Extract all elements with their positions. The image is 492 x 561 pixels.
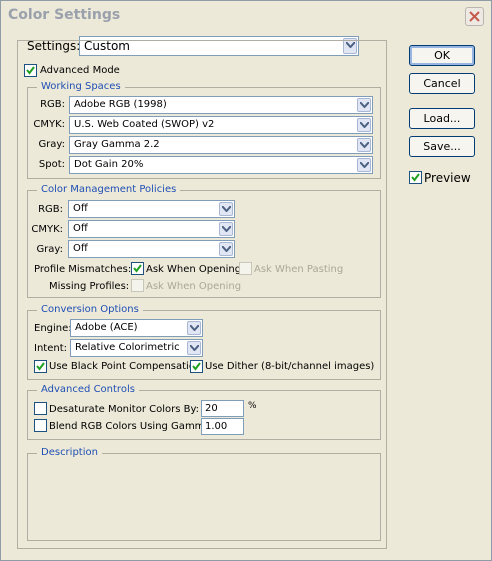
pol-rgb-select[interactable]: Off bbox=[68, 200, 235, 218]
checkmark-icon bbox=[133, 264, 142, 273]
preview-label: Preview bbox=[424, 171, 471, 185]
dither-label: Use Dither (8-bit/channel images) bbox=[205, 361, 375, 372]
description-title: Description bbox=[37, 447, 102, 458]
title-bar[interactable]: Color Settings bbox=[1, 1, 491, 32]
intent-label: Intent: bbox=[34, 343, 67, 354]
engine-label: Engine: bbox=[34, 323, 72, 334]
chevron-down-icon bbox=[357, 158, 371, 172]
close-button[interactable] bbox=[465, 7, 484, 26]
save-button[interactable]: Save... bbox=[409, 136, 475, 157]
chevron-down-icon bbox=[357, 118, 371, 132]
description-group bbox=[27, 453, 381, 541]
ws-cmyk-label: CMYK: bbox=[33, 119, 65, 130]
chevron-down-icon bbox=[357, 98, 371, 112]
advanced-controls-title: Advanced Controls bbox=[37, 384, 139, 395]
missing-ask-when-opening-label: Ask When Opening bbox=[146, 281, 242, 292]
missing-ask-when-opening-checkbox[interactable] bbox=[131, 279, 144, 292]
ws-gray-value: Gray Gamma 2.2 bbox=[74, 139, 160, 150]
ok-button[interactable]: OK bbox=[409, 45, 475, 66]
pol-cmyk-select[interactable]: Off bbox=[68, 220, 235, 238]
desaturate-checkbox[interactable] bbox=[34, 402, 47, 415]
black-point-label: Use Black Point Compensation bbox=[49, 361, 202, 372]
desaturate-label: Desaturate Monitor Colors By: bbox=[49, 404, 200, 415]
ask-when-opening-checkbox[interactable] bbox=[131, 262, 144, 275]
pol-rgb-label: RGB: bbox=[38, 204, 63, 215]
ws-rgb-label: RGB: bbox=[40, 99, 65, 110]
intent-value: Relative Colorimetric bbox=[75, 342, 180, 353]
ws-spot-label: Spot: bbox=[38, 159, 65, 170]
ws-gray-select[interactable]: Gray Gamma 2.2 bbox=[69, 136, 373, 154]
pol-gray-value: Off bbox=[73, 243, 88, 254]
checkmark-icon bbox=[411, 173, 420, 182]
pol-cmyk-label: CMYK: bbox=[31, 224, 63, 235]
checkmark-icon bbox=[192, 362, 201, 371]
dither-checkbox[interactable] bbox=[190, 360, 203, 373]
pol-cmyk-value: Off bbox=[73, 223, 88, 234]
blend-gamma-value: 1.00 bbox=[205, 421, 228, 432]
blend-gamma-checkbox[interactable] bbox=[34, 419, 47, 432]
window-title: Color Settings bbox=[8, 7, 121, 23]
pol-gray-select[interactable]: Off bbox=[68, 240, 235, 258]
color-settings-dialog: Color Settings Settings: Custom Advanced… bbox=[0, 0, 492, 561]
engine-select[interactable]: Adobe (ACE) bbox=[70, 319, 203, 337]
pol-gray-label: Gray: bbox=[36, 244, 63, 255]
desaturate-value: 20 bbox=[205, 403, 218, 414]
desaturate-input[interactable]: 20 bbox=[201, 400, 244, 417]
profile-mismatches-label: Profile Mismatches: bbox=[34, 264, 132, 275]
ws-cmyk-select[interactable]: U.S. Web Coated (SWOP) v2 bbox=[69, 116, 373, 134]
intent-select[interactable]: Relative Colorimetric bbox=[70, 339, 203, 357]
chevron-down-icon bbox=[219, 222, 233, 236]
working-spaces-title: Working Spaces bbox=[37, 81, 125, 92]
chevron-down-icon bbox=[219, 242, 233, 256]
blend-gamma-label: Blend RGB Colors Using Gamma: bbox=[49, 421, 214, 432]
load-button[interactable]: Load... bbox=[409, 108, 475, 129]
ws-rgb-value: Adobe RGB (1998) bbox=[74, 99, 167, 110]
checkmark-icon bbox=[26, 66, 35, 75]
ask-when-pasting-checkbox[interactable] bbox=[239, 262, 252, 275]
ws-spot-value: Dot Gain 20% bbox=[74, 159, 144, 170]
chevron-down-icon bbox=[187, 321, 201, 335]
desaturate-unit: % bbox=[248, 401, 257, 411]
missing-profiles-label: Missing Profiles: bbox=[49, 281, 130, 292]
close-icon bbox=[469, 11, 480, 22]
checkmark-icon bbox=[36, 362, 45, 371]
ws-cmyk-value: U.S. Web Coated (SWOP) v2 bbox=[74, 119, 215, 130]
pol-rgb-value: Off bbox=[73, 203, 88, 214]
engine-value: Adobe (ACE) bbox=[75, 322, 138, 333]
conversion-title: Conversion Options bbox=[37, 304, 143, 315]
policies-title: Color Management Policies bbox=[37, 184, 181, 195]
advanced-mode-label: Advanced Mode bbox=[40, 65, 120, 76]
ws-rgb-select[interactable]: Adobe RGB (1998) bbox=[69, 96, 373, 114]
ws-gray-label: Gray: bbox=[38, 139, 65, 150]
blend-gamma-input[interactable]: 1.00 bbox=[201, 418, 244, 435]
ws-spot-select[interactable]: Dot Gain 20% bbox=[69, 156, 373, 174]
black-point-checkbox[interactable] bbox=[34, 360, 47, 373]
chevron-down-icon bbox=[187, 341, 201, 355]
ask-when-pasting-label: Ask When Pasting bbox=[254, 264, 344, 275]
chevron-down-icon bbox=[357, 138, 371, 152]
advanced-mode-checkbox[interactable] bbox=[24, 64, 37, 77]
ask-when-opening-label: Ask When Opening bbox=[146, 264, 242, 275]
chevron-down-icon bbox=[219, 202, 233, 216]
cancel-button[interactable]: Cancel bbox=[409, 73, 475, 94]
preview-checkbox[interactable] bbox=[409, 171, 422, 184]
